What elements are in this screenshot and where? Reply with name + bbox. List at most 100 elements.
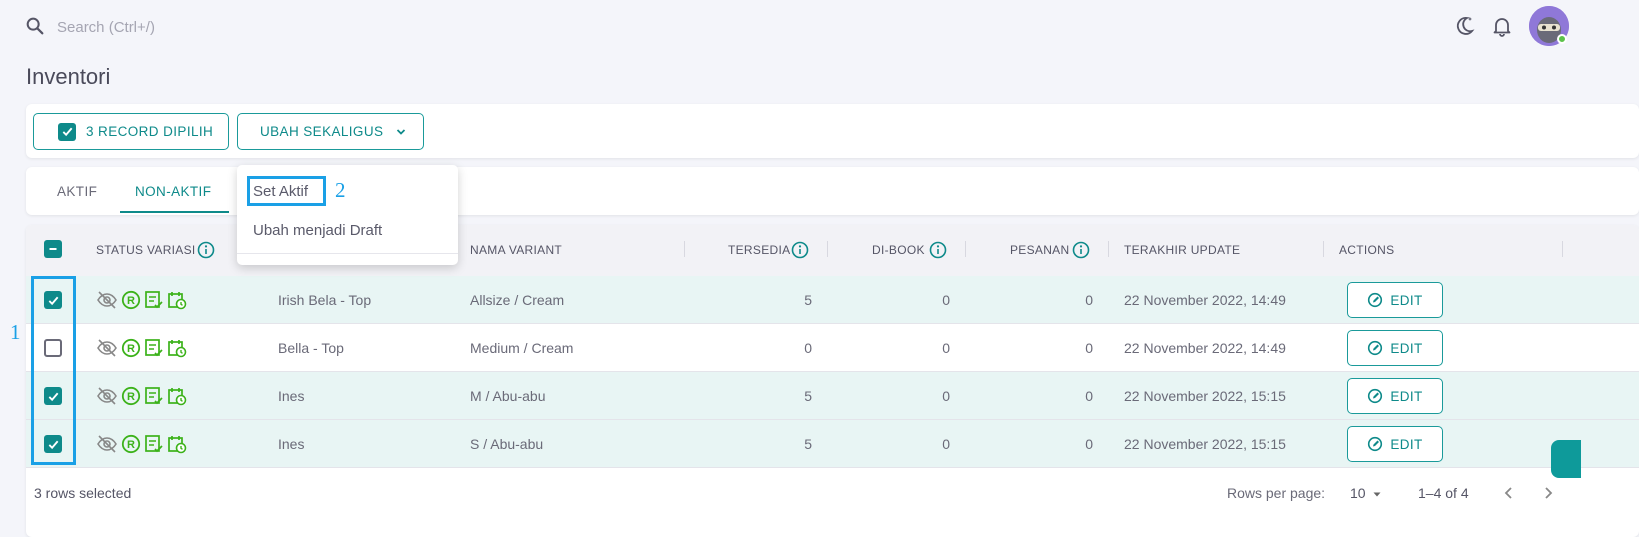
header-booked: DI-BOOK (872, 243, 925, 257)
search-input[interactable] (57, 16, 457, 38)
column-divider (965, 241, 966, 257)
checklist-icon (145, 339, 163, 357)
svg-text:R: R (127, 391, 135, 403)
annotation-label-1: 1 (10, 320, 21, 344)
edit-button[interactable]: EDIT (1347, 378, 1443, 414)
reserved-icon: R (121, 338, 141, 358)
checklist-icon (145, 387, 163, 405)
edit-icon (1368, 292, 1383, 308)
orders-value: 0 (1085, 436, 1093, 452)
theme-toggle-icon[interactable] (1452, 14, 1476, 38)
reserved-icon: R (121, 386, 141, 406)
bulk-change-label: UBAH SEKALIGUS (260, 124, 384, 139)
schedule-icon (168, 436, 187, 454)
status-variant-icons: R (96, 385, 187, 407)
variant-name: M / Abu-abu (470, 388, 546, 404)
info-icon[interactable] (197, 241, 215, 259)
edit-button[interactable]: EDIT (1347, 330, 1443, 366)
schedule-icon (168, 388, 187, 406)
available-value: 0 (804, 340, 812, 356)
edit-button[interactable]: EDIT (1347, 282, 1443, 318)
search-icon[interactable] (24, 15, 46, 37)
checklist-icon (145, 435, 163, 453)
hidden-eye-icon (97, 387, 117, 405)
column-divider (1108, 241, 1109, 257)
orders-value: 0 (1085, 388, 1093, 404)
tab-non-aktif[interactable]: NON-AKTIF (135, 184, 211, 199)
active-tab-indicator (120, 211, 229, 213)
edit-icon (1368, 436, 1383, 452)
selected-records-label: 3 RECORD DIPILIH (86, 124, 214, 139)
menu-item-ubah-draft[interactable]: Ubah menjadi Draft (253, 222, 382, 239)
bulk-change-button[interactable]: UBAH SEKALIGUS (237, 113, 424, 150)
available-value: 5 (804, 388, 812, 404)
schedule-icon (168, 340, 187, 358)
annotation-label-2: 2 (335, 178, 346, 202)
floating-action-button[interactable] (1551, 440, 1581, 478)
column-divider (1562, 241, 1563, 257)
chevron-left-icon[interactable] (1502, 485, 1516, 501)
edit-icon (1368, 388, 1383, 404)
variant-name: Medium / Cream (470, 340, 574, 356)
header-variant: NAMA VARIANT (470, 243, 563, 257)
hidden-eye-icon (97, 339, 117, 357)
reserved-icon: R (121, 434, 141, 454)
last-updated: 22 November 2022, 15:15 (1124, 388, 1286, 404)
rows-per-page-label: Rows per page: (1227, 485, 1326, 501)
last-updated: 22 November 2022, 14:49 (1124, 292, 1286, 308)
rows-per-page-select[interactable]: 10 (1350, 485, 1382, 501)
variant-name: Allsize / Cream (470, 292, 565, 308)
chevron-right-icon[interactable] (1541, 485, 1555, 501)
last-updated: 22 November 2022, 14:49 (1124, 340, 1286, 356)
last-updated: 22 November 2022, 15:15 (1124, 436, 1286, 452)
checklist-icon (145, 291, 163, 309)
status-variant-icons: R (96, 289, 187, 311)
edit-icon (1368, 340, 1383, 356)
edit-label: EDIT (1390, 292, 1423, 308)
bell-icon[interactable] (1490, 14, 1514, 38)
info-icon[interactable] (1072, 241, 1090, 259)
orders-value: 0 (1085, 292, 1093, 308)
status-variant-icons: R (96, 337, 187, 359)
info-icon[interactable] (929, 241, 947, 259)
available-value: 5 (804, 436, 812, 452)
dropdown-arrow-icon (1373, 492, 1381, 497)
booked-value: 0 (942, 292, 950, 308)
selected-count: 3 rows selected (34, 485, 132, 501)
product-name: Bella - Top (278, 340, 344, 356)
selected-records-button[interactable]: 3 RECORD DIPILIH (33, 113, 229, 150)
header-available: TERSEDIA (728, 243, 791, 257)
edit-label: EDIT (1390, 388, 1423, 404)
svg-text:R: R (127, 295, 135, 307)
menu-divider (237, 253, 458, 254)
product-name: Irish Bela - Top (278, 292, 372, 308)
select-all-checkbox[interactable] (44, 240, 62, 258)
svg-text:R: R (127, 439, 135, 451)
column-divider (1323, 241, 1324, 257)
page-title: Inventori (26, 64, 111, 89)
header-actions: ACTIONS (1339, 243, 1395, 257)
annotation-box-checkboxes (31, 276, 76, 465)
annotation-box-set-aktif (247, 176, 326, 206)
reserved-icon: R (121, 290, 141, 310)
header-updated: TERAKHIR UPDATE (1124, 243, 1241, 257)
pagination-range: 1–4 of 4 (1418, 485, 1469, 501)
checkbox-checked-icon (58, 122, 76, 141)
edit-button[interactable]: EDIT (1347, 426, 1443, 462)
tab-aktif[interactable]: AKTIF (57, 184, 97, 199)
product-name: Ines (278, 436, 305, 452)
chevron-down-icon (397, 128, 406, 135)
rows-per-page-value: 10 (1350, 485, 1366, 501)
header-orders: PESANAN (1010, 243, 1070, 257)
available-value: 5 (804, 292, 812, 308)
hidden-eye-icon (97, 435, 117, 453)
variant-name: S / Abu-abu (470, 436, 544, 452)
edit-label: EDIT (1390, 436, 1423, 452)
info-icon[interactable] (791, 241, 809, 259)
header-status: STATUS VARIASI (96, 243, 196, 257)
online-status-dot (1557, 34, 1567, 44)
orders-value: 0 (1085, 340, 1093, 356)
svg-text:R: R (127, 343, 135, 355)
column-divider (827, 241, 828, 257)
hidden-eye-icon (97, 291, 117, 309)
